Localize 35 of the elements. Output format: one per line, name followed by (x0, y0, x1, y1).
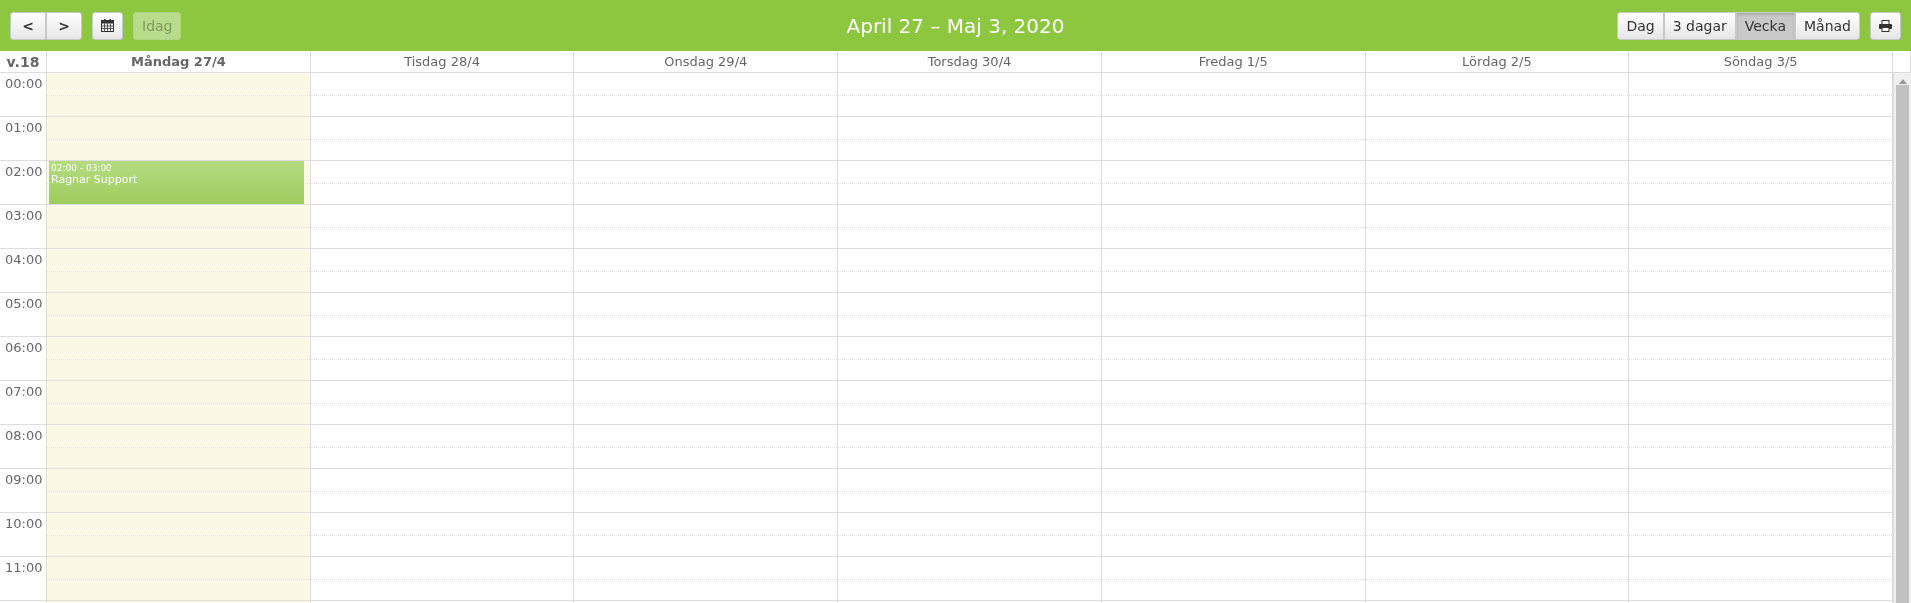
time-label: 02:00 (5, 164, 43, 179)
next-button[interactable]: > (46, 11, 82, 40)
print-button[interactable] (1870, 11, 1901, 40)
time-label: 01:00 (5, 120, 43, 135)
event-title: Ragnar Support (51, 173, 139, 186)
time-label: 04:00 (5, 252, 43, 267)
day-header: Onsdag 29/4 (664, 54, 748, 69)
day-header: Måndag 27/4 (130, 54, 226, 69)
calendar-icon (101, 19, 114, 32)
date-range-title: April 27 – Maj 3, 2020 (845, 13, 1066, 38)
time-label: 08:00 (5, 428, 43, 443)
view-tab[interactable]: Vecka (1735, 11, 1795, 40)
week-number: v.18 (6, 53, 40, 70)
day-header: Lördag 2/5 (1462, 54, 1532, 69)
event-time: 02:00 - 03:00 (51, 163, 113, 173)
view-tab[interactable]: Dag (1617, 11, 1664, 40)
day-header: Fredag 1/5 (1198, 54, 1268, 69)
scrollbar-thumb[interactable] (1896, 85, 1909, 603)
time-label: 05:00 (5, 296, 43, 311)
time-label: 11:00 (5, 560, 43, 575)
previous-button[interactable]: < (10, 11, 46, 40)
time-label: 06:00 (5, 340, 43, 355)
scrollbar[interactable] (1893, 73, 1911, 603)
view-tab[interactable]: Månad (1795, 11, 1860, 40)
view-tab[interactable]: 3 dagar (1663, 11, 1736, 40)
time-label: 09:00 (5, 472, 43, 487)
time-label: 03:00 (5, 208, 43, 223)
time-label: 10:00 (5, 516, 43, 531)
time-label: 00:00 (5, 76, 43, 91)
printer-icon (1879, 19, 1892, 32)
day-header: Tisdag 28/4 (404, 54, 480, 69)
day-header: Söndag 3/5 (1723, 54, 1798, 69)
day-header: Torsdag 30/4 (927, 54, 1012, 69)
time-label: 07:00 (5, 384, 43, 399)
calendar-picker-button[interactable] (92, 11, 123, 40)
